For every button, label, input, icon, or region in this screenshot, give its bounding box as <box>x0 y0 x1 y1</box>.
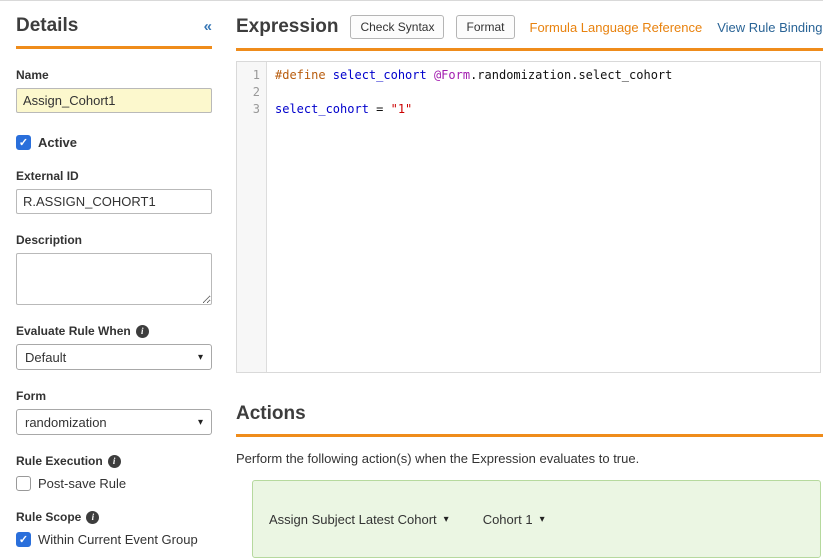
expression-code-editor[interactable]: 123 #define select_cohort @Form.randomiz… <box>236 61 821 373</box>
info-icon[interactable]: i <box>136 325 149 338</box>
description-field: Description <box>16 233 212 305</box>
evaluate-rule-when-label: Evaluate Rule When i <box>16 324 212 338</box>
post-save-rule-row: Post-save Rule <box>16 476 212 491</box>
details-title: Details <box>16 15 78 37</box>
external-id-label: External ID <box>16 169 212 183</box>
cohort-value: Cohort 1 <box>483 512 533 527</box>
name-field: Name <box>16 68 212 113</box>
evaluate-rule-when-field: Evaluate Rule When i Default ▾ <box>16 324 212 370</box>
form-field: Form randomization ▾ <box>16 389 212 435</box>
form-label: Form <box>16 389 212 403</box>
details-divider <box>16 46 212 49</box>
check-syntax-button[interactable]: Check Syntax <box>350 15 444 39</box>
collapse-panel-icon[interactable]: « <box>204 19 212 34</box>
rule-editor-page: Details « Name ✓ Active External ID Desc… <box>0 1 823 544</box>
chevron-down-icon: ▾ <box>198 417 203 428</box>
expression-title: Expression <box>236 16 338 38</box>
actions-description: Perform the following action(s) when the… <box>236 451 823 466</box>
form-value: randomization <box>25 415 107 430</box>
details-panel: Details « Name ✓ Active External ID Desc… <box>0 1 228 544</box>
action-type-dropdown[interactable]: Assign Subject Latest Cohort ▾ <box>269 512 449 527</box>
expression-header: Expression Check Syntax Format Formula L… <box>236 15 823 39</box>
name-input[interactable] <box>16 88 212 113</box>
info-icon[interactable]: i <box>108 455 121 468</box>
rule-execution-field: Rule Execution i Post-save Rule <box>16 454 212 491</box>
main-area: Expression Check Syntax Format Formula L… <box>228 1 823 544</box>
chevron-down-icon: ▾ <box>540 514 545 525</box>
expression-divider <box>236 48 823 51</box>
description-textarea[interactable] <box>16 253 212 305</box>
actions-divider <box>236 434 823 437</box>
evaluate-rule-when-select[interactable]: Default ▾ <box>16 344 212 370</box>
name-label: Name <box>16 68 212 82</box>
active-label: Active <box>38 135 77 150</box>
within-event-group-label: Within Current Event Group <box>38 532 198 547</box>
active-checkbox[interactable]: ✓ <box>16 135 31 150</box>
rule-scope-label: Rule Scope i <box>16 510 212 524</box>
post-save-rule-label: Post-save Rule <box>38 476 126 491</box>
code-content: #define select_cohort @Form.randomizatio… <box>267 62 820 372</box>
chevron-down-icon: ▾ <box>444 514 449 525</box>
rule-execution-label: Rule Execution i <box>16 454 212 468</box>
action-box: Assign Subject Latest Cohort ▾ Cohort 1 … <box>252 480 821 558</box>
evaluate-rule-when-value: Default <box>25 350 66 365</box>
post-save-rule-checkbox[interactable] <box>16 476 31 491</box>
format-button[interactable]: Format <box>456 15 514 39</box>
rule-scope-field: Rule Scope i ✓ Within Current Event Grou… <box>16 510 212 547</box>
chevron-down-icon: ▾ <box>198 352 203 363</box>
formula-language-reference-link[interactable]: Formula Language Reference <box>530 20 703 35</box>
actions-title: Actions <box>236 403 823 425</box>
external-id-field: External ID <box>16 169 212 214</box>
within-event-group-row: ✓ Within Current Event Group <box>16 532 212 547</box>
description-label: Description <box>16 233 212 247</box>
line-number-gutter: 123 <box>237 62 267 372</box>
external-id-input[interactable] <box>16 189 212 214</box>
action-type-value: Assign Subject Latest Cohort <box>269 512 437 527</box>
form-select[interactable]: randomization ▾ <box>16 409 212 435</box>
cohort-dropdown[interactable]: Cohort 1 ▾ <box>483 512 545 527</box>
active-row: ✓ Active <box>16 135 212 150</box>
details-panel-header: Details « <box>16 15 212 37</box>
view-rule-bindings-link[interactable]: View Rule Bindings <box>717 20 823 35</box>
within-event-group-checkbox[interactable]: ✓ <box>16 532 31 547</box>
info-icon[interactable]: i <box>86 511 99 524</box>
